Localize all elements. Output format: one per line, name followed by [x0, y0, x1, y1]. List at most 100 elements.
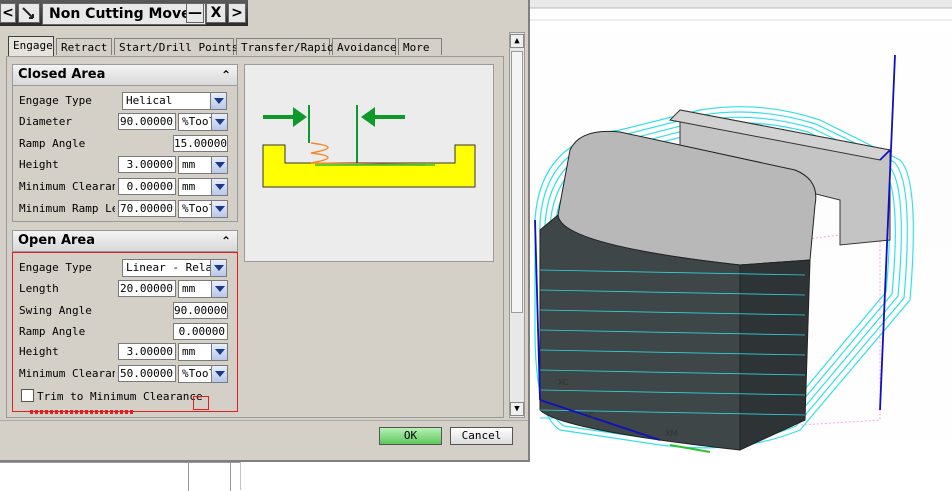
dialog-titlebar[interactable]: < Non Cutting Moves — X > [0, 0, 248, 26]
closed-diameter-unit: %Tool [182, 115, 212, 128]
open-height-unit-select[interactable]: mm [178, 343, 228, 361]
closed-min-clearance-unit: mm [182, 180, 196, 193]
open-area-group: Engage Type Linear - Relative Length 20.… [12, 252, 238, 412]
open-ramp-angle-label: Ramp Angle [19, 325, 86, 338]
chevron-down-icon [210, 93, 226, 109]
svg-text:XC: XC [558, 378, 569, 387]
highlight-marker [193, 396, 209, 410]
open-height-input[interactable]: 3.00000 [118, 343, 176, 360]
closed-area-group: Engage Type Helical Diameter 90.00000 %T… [12, 86, 238, 222]
open-ramp-angle-row: Ramp Angle 0.00000 [13, 322, 237, 342]
open-height-label: Height [19, 345, 59, 358]
open-length-unit: mm [182, 282, 196, 295]
trim-clearance-checkbox[interactable] [21, 389, 34, 402]
open-swing-angle-row: Swing Angle 90.00000 [13, 301, 237, 321]
chevron-down-icon [211, 114, 227, 130]
open-area-title: Open Area [18, 233, 96, 248]
closed-diameter-input[interactable]: 90.00000 [118, 113, 176, 130]
red-underline-mark [30, 410, 134, 414]
svg-text:XM: XM [665, 429, 677, 438]
chevron-down-icon [210, 260, 226, 276]
open-swing-angle-input[interactable]: 90.00000 [173, 302, 228, 319]
non-cutting-moves-dialog: < Non Cutting Moves — X > Engage Retract… [0, 0, 530, 462]
cancel-button[interactable]: Cancel [450, 427, 513, 445]
button-divider [0, 420, 528, 421]
close-button[interactable]: X [206, 3, 226, 23]
chevron-down-icon [211, 281, 227, 297]
tab-avoidance[interactable]: Avoidance [332, 38, 397, 55]
svg-text:YC: YC [584, 411, 595, 420]
open-min-clearance-input[interactable]: 50.00000 [118, 365, 176, 382]
closed-diameter-row: Diameter 90.00000 %Tool [13, 112, 237, 132]
engage-preview-image [244, 64, 494, 262]
tab-transfer-rapid[interactable]: Transfer/Rapid [236, 38, 334, 55]
open-min-clearance-label: Minimum Clearance [19, 367, 115, 380]
chevron-up-icon[interactable]: ⌃ [218, 233, 234, 249]
closed-min-clearance-row: Minimum Clearance 0.00000 mm [13, 177, 237, 197]
open-engage-type-select[interactable]: Linear - Relative [122, 259, 227, 277]
chevron-down-icon [211, 157, 227, 173]
tab-retract[interactable]: Retract [56, 38, 112, 55]
closed-diameter-unit-select[interactable]: %Tool [178, 113, 228, 131]
open-engage-type-label: Engage Type [19, 261, 92, 274]
open-min-clearance-row: Minimum Clearance 50.00000 %Tool [13, 364, 237, 384]
closed-height-input[interactable]: 3.00000 [118, 156, 176, 173]
prev-arrow-button[interactable]: < [0, 3, 16, 23]
closed-ramp-angle-row: Ramp Angle 15.00000 [13, 134, 237, 154]
next-arrow-button[interactable]: > [228, 3, 246, 23]
closed-engage-type-label: Engage Type [19, 94, 92, 107]
chevron-up-icon[interactable]: ⌃ [218, 67, 234, 83]
open-area-header[interactable]: Open Area ⌃ [12, 230, 238, 252]
closed-diameter-label: Diameter [19, 115, 72, 128]
open-min-clearance-unit-select[interactable]: %Tool [178, 365, 228, 383]
closed-min-clearance-label: Minimum Clearance [19, 180, 115, 193]
closed-engage-type-row: Engage Type Helical [13, 91, 237, 111]
chevron-down-icon [211, 201, 227, 217]
closed-ramp-angle-label: Ramp Angle [19, 137, 86, 150]
open-ramp-angle-input[interactable]: 0.00000 [173, 323, 228, 340]
open-length-row: Length 20.00000 mm [13, 279, 237, 299]
dialog-app-icon [18, 3, 40, 23]
ok-button[interactable]: OK [379, 427, 442, 445]
open-min-clearance-unit: %Tool [182, 367, 212, 380]
closed-area-header[interactable]: Closed Area ⌃ [12, 64, 238, 86]
tab-start-drill-points[interactable]: Start/Drill Points [114, 38, 238, 55]
closed-min-ramp-length-unit: %Tool [182, 202, 212, 215]
open-engage-type-row: Engage Type Linear - Relative [13, 258, 237, 278]
trim-clearance-row: Trim to Minimum Clearance [13, 387, 237, 410]
vertical-scrollbar[interactable]: ▲ ▼ [509, 32, 525, 418]
dialog-title: Non Cutting Moves [42, 3, 206, 25]
closed-ramp-angle-input[interactable]: 15.00000 [173, 135, 228, 152]
scroll-up-icon[interactable]: ▲ [510, 34, 524, 48]
minimize-button[interactable]: — [186, 3, 204, 23]
closed-min-clearance-unit-select[interactable]: mm [178, 178, 228, 196]
closed-height-unit-select[interactable]: mm [178, 156, 228, 174]
closed-height-unit: mm [182, 158, 196, 171]
closed-min-ramp-length-unit-select[interactable]: %Tool [178, 200, 228, 218]
open-swing-angle-label: Swing Angle [19, 304, 92, 317]
open-length-input[interactable]: 20.00000 [118, 280, 176, 297]
tab-engage[interactable]: Engage [8, 36, 54, 56]
closed-min-ramp-length-row: Minimum Ramp Length 70.00000 %Tool [13, 199, 237, 219]
tab-more[interactable]: More [398, 38, 442, 55]
chevron-down-icon [211, 366, 227, 382]
open-engage-type-value: Linear - Relative [126, 261, 210, 274]
scroll-thumb[interactable] [511, 51, 523, 313]
chevron-down-icon [211, 344, 227, 360]
open-height-row: Height 3.00000 mm [13, 342, 237, 362]
closed-engage-type-value: Helical [126, 94, 173, 107]
closed-min-ramp-length-label: Minimum Ramp Length [19, 202, 115, 215]
closed-min-ramp-length-input[interactable]: 70.00000 [118, 200, 176, 217]
closed-height-label: Height [19, 158, 59, 171]
open-height-unit: mm [182, 345, 196, 358]
open-length-label: Length [19, 282, 59, 295]
open-length-unit-select[interactable]: mm [178, 280, 228, 298]
closed-engage-type-select[interactable]: Helical [122, 92, 227, 110]
status-strip [0, 462, 240, 491]
scroll-down-icon[interactable]: ▼ [510, 402, 524, 416]
closed-area-title: Closed Area [18, 67, 106, 82]
closed-min-clearance-input[interactable]: 0.00000 [118, 178, 176, 195]
chevron-down-icon [211, 179, 227, 195]
trim-clearance-label: Trim to Minimum Clearance [37, 390, 203, 403]
closed-height-row: Height 3.00000 mm [13, 155, 237, 175]
